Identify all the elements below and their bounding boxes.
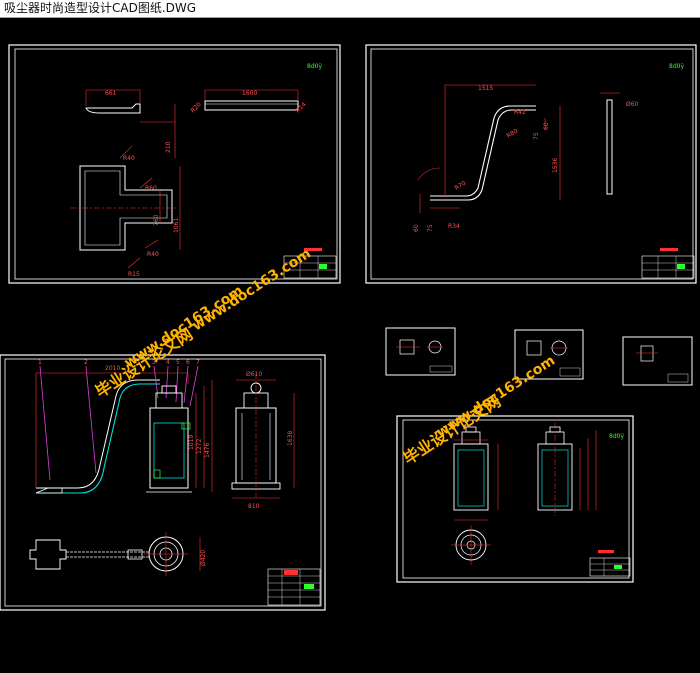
corner-mark: 8d0ÿ (669, 63, 684, 70)
dim-text: 1600 (242, 90, 257, 97)
dim-text: 810 (248, 503, 260, 510)
dim-text: R40 (147, 251, 159, 258)
dim-text: Ø610 (246, 371, 262, 378)
dim-text: R34 (448, 223, 460, 230)
dim-text: 1019 (188, 435, 195, 450)
sheet-2[interactable]: 1515 R42 R80 75 60 1536 R70 R34 60 75 Ø6… (365, 44, 697, 284)
dim-text: R15 (128, 271, 140, 278)
dim-text: 60 (543, 122, 550, 130)
watermark-2: 毕业设计论文网 www.doc163.com (400, 353, 558, 469)
title-block (267, 568, 321, 606)
dim-text: 760 (153, 214, 160, 226)
dim-text: 1476 (204, 443, 211, 458)
dim-text: 60 (413, 224, 420, 232)
dim-text: Ø60 (626, 101, 639, 108)
corner-mark: 8d0ÿ (307, 63, 322, 70)
dim-text: 210 (165, 141, 172, 153)
sheet-1[interactable]: 661 1600 R20 R14 210 R40 R60 760 1061 R4… (8, 44, 341, 284)
dim-text: R80 (506, 128, 520, 140)
dim-text: 1515 (478, 85, 493, 92)
dim-text: R42 (514, 109, 526, 116)
part-number: 5 (176, 359, 180, 366)
part-number: 1 (38, 359, 42, 366)
cad-drawing-svg: 661 1600 R20 R14 210 R40 R60 760 1061 R4… (0, 44, 697, 611)
watermark-text-url: www.doc163.com (189, 246, 314, 335)
dim-text: R20 (189, 101, 202, 114)
watermark-3: www.doc163.com (189, 246, 314, 335)
dim-text: R70 (454, 180, 468, 192)
part-number: 2 (84, 359, 88, 366)
window-title: 吸尘器时尚造型设计CAD图纸.DWG (4, 1, 197, 15)
sheet-mini-1[interactable] (385, 327, 456, 376)
dim-text: 1272 (196, 439, 203, 454)
dim-text: 1638 (287, 431, 294, 446)
dim-text: R60 (145, 185, 157, 192)
dim-text: 75 (533, 132, 540, 140)
part-number: 7 (196, 359, 200, 366)
title-block (641, 248, 695, 279)
dim-text: 75 (427, 224, 434, 232)
dim-text: Ø420 (200, 550, 207, 566)
corner-mark: 8d0ÿ (609, 433, 624, 440)
title-block (589, 550, 631, 577)
dim-text: R40 (123, 155, 135, 162)
part-number: 6 (186, 359, 190, 366)
cad-drawing-canvas[interactable]: 661 1600 R20 R14 210 R40 R60 760 1061 R4… (0, 18, 700, 673)
dim-text: 661 (105, 90, 117, 97)
dim-text: 1536 (552, 158, 559, 173)
dim-text: R14 (294, 101, 307, 114)
sheet-3[interactable]: 2010 1 2 3 4 5 6 7 Ø610 1638 810 1019 12… (0, 354, 326, 611)
dim-text: 1061 (173, 218, 180, 233)
sheet-mini-3[interactable] (622, 336, 693, 386)
window-title-bar: 吸尘器时尚造型设计CAD图纸.DWG (0, 0, 700, 18)
part-number: 4 (166, 359, 170, 366)
